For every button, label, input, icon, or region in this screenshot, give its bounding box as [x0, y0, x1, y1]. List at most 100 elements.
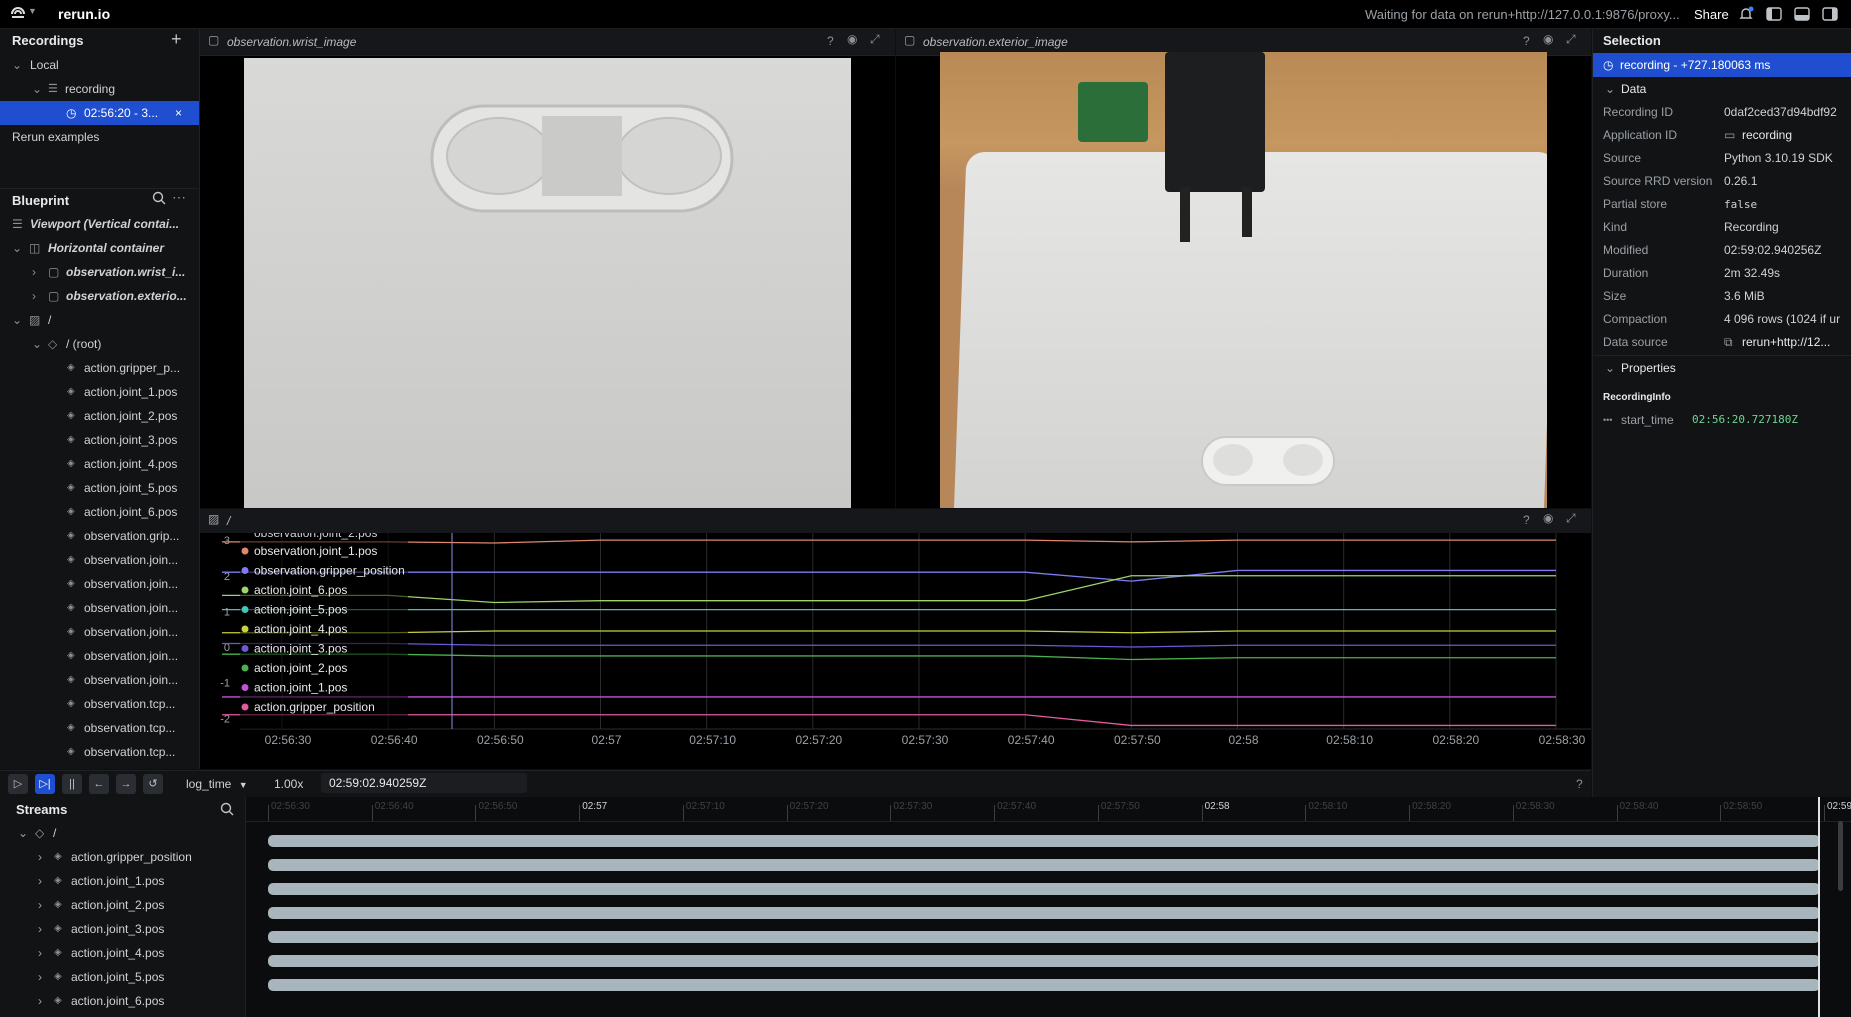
blueprint-timeseries-view[interactable]: ⌄ ▨ / — [0, 308, 199, 332]
wrist-view-tab[interactable]: ▢ observation.wrist_image ? ◉ ⤢ — [200, 29, 895, 56]
stream-data-bar[interactable] — [268, 955, 1820, 967]
help-icon[interactable]: ? — [1523, 513, 1530, 527]
timeline-area[interactable]: 02:56:30 02:56:40 02:56:50 02:57 02:57:10 02:… — [246, 797, 1851, 1017]
step-back-icon[interactable]: ← — [89, 774, 109, 794]
current-time-field[interactable]: 02:59:02.940259Z — [321, 773, 527, 793]
series-line[interactable] — [222, 714, 1556, 727]
visibility-eye-icon[interactable]: ◉ — [1543, 32, 1553, 46]
data-section-header[interactable]: ⌄ Data — [1593, 77, 1851, 101]
help-icon[interactable]: ? — [827, 34, 834, 48]
blueprint-entity[interactable]: ◈ observation.join... — [0, 572, 199, 596]
series-line[interactable] — [222, 575, 1556, 604]
step-forward-icon[interactable]: → — [116, 774, 136, 794]
stream-item[interactable]: › ◈ action.joint_6.pos — [0, 989, 245, 1013]
series-line[interactable] — [222, 653, 1556, 661]
stream-item[interactable]: › ◈ action.joint_4.pos — [0, 941, 245, 965]
toggle-right-panel-icon[interactable] — [1822, 7, 1838, 24]
search-icon[interactable] — [220, 802, 234, 819]
blueprint-entity[interactable]: ◈ observation.join... — [0, 596, 199, 620]
share-button[interactable]: Share — [1694, 7, 1729, 22]
stream-item[interactable]: › ◈ action.joint_2.pos — [0, 893, 245, 917]
app-menu-chevron-icon[interactable]: ▼ — [28, 6, 37, 16]
blueprint-entity[interactable]: ◈ action.joint_4.pos — [0, 452, 199, 476]
visibility-eye-icon[interactable]: ◉ — [847, 32, 857, 46]
stream-data-bar[interactable] — [268, 931, 1820, 943]
blueprint-entity[interactable]: ◈ action.joint_1.pos — [0, 380, 199, 404]
timeline-selector[interactable]: log_time ▼ — [186, 777, 248, 791]
legend-label[interactable]: observation.gripper_position — [254, 564, 405, 578]
add-recording-icon[interactable]: + — [171, 29, 182, 50]
stream-data-bar[interactable] — [268, 907, 1820, 919]
stream-data-bar[interactable] — [268, 883, 1820, 895]
scrollbar[interactable] — [1838, 821, 1843, 891]
legend-label[interactable]: action.joint_4.pos — [254, 622, 347, 636]
legend-label[interactable]: action.joint_2.pos — [254, 661, 347, 675]
legend-label[interactable]: action.joint_1.pos — [254, 681, 347, 695]
selected-item[interactable]: ◷ recording - +727.180063 ms — [1593, 53, 1851, 77]
toggle-bottom-panel-icon[interactable] — [1794, 7, 1810, 24]
blueprint-entity[interactable]: ◈ observation.join... — [0, 620, 199, 644]
help-icon[interactable]: ? — [1576, 777, 1583, 791]
blueprint-entity[interactable]: ◈ observation.grip... — [0, 524, 199, 548]
blueprint-entity[interactable]: ◈ observation.tcp... — [0, 740, 199, 764]
blueprint-entity[interactable]: ◈ observation.tcp... — [0, 692, 199, 716]
blueprint-exterior-view[interactable]: › ▢ observation.exterio... — [0, 284, 199, 308]
rerun-logo-icon[interactable] — [10, 6, 26, 22]
visibility-eye-icon[interactable]: ◉ — [1543, 511, 1553, 525]
pause-icon[interactable]: || — [62, 774, 82, 794]
recording-group[interactable]: ⌄ ☰ recording — [0, 77, 199, 101]
series-line[interactable] — [222, 539, 1556, 544]
legend-label[interactable]: action.joint_3.pos — [254, 642, 347, 656]
follow-icon[interactable]: ▷| — [35, 774, 55, 794]
loop-icon[interactable]: ↺ — [143, 774, 163, 794]
help-icon[interactable]: ? — [1523, 34, 1530, 48]
blueprint-entity[interactable]: ◈ observation.join... — [0, 644, 199, 668]
field-value[interactable]: rerun+http://12... — [1742, 331, 1830, 354]
close-recording-icon[interactable]: × — [175, 101, 182, 125]
maximize-icon[interactable]: ⤢ — [870, 32, 880, 47]
playback-speed[interactable]: 1.00x — [274, 777, 303, 791]
legend-label[interactable]: action.joint_6.pos — [254, 583, 347, 597]
blueprint-wrist-view[interactable]: › ▢ observation.wrist_i... — [0, 260, 199, 284]
blueprint-entity[interactable]: ◈ action.joint_2.pos — [0, 404, 199, 428]
legend-label[interactable]: observation.joint_1.pos — [254, 544, 377, 558]
stream-item[interactable]: › ◈ action.joint_1.pos — [0, 869, 245, 893]
stream-data-bar[interactable] — [268, 859, 1820, 871]
stream-item[interactable]: › ◈ action.joint_5.pos — [0, 965, 245, 989]
blueprint-entity[interactable]: ◈ observation.join... — [0, 548, 199, 572]
blueprint-horizontal-container[interactable]: ⌄ ◫ Horizontal container — [0, 236, 199, 260]
blueprint-viewport[interactable]: ☰ Viewport (Vertical contai... — [0, 212, 199, 236]
maximize-icon[interactable]: ⤢ — [1566, 511, 1576, 526]
notifications-icon[interactable] — [1738, 6, 1754, 25]
legend-label[interactable]: action.joint_5.pos — [254, 603, 347, 617]
streams-root[interactable]: ⌄ ◇ / — [0, 821, 245, 845]
series-line[interactable] — [222, 642, 1556, 648]
local-group[interactable]: ⌄ Local — [0, 53, 199, 77]
blueprint-entity[interactable]: ◈ action.joint_6.pos — [0, 500, 199, 524]
play-icon[interactable]: ▷ — [8, 774, 28, 794]
more-options-icon[interactable]: ⋯ — [172, 189, 186, 206]
blueprint-entity[interactable]: ◈ observation.join... — [0, 668, 199, 692]
blueprint-entity[interactable]: ◈ action.joint_3.pos — [0, 428, 199, 452]
maximize-icon[interactable]: ⤢ — [1566, 32, 1576, 47]
rerun-examples-link[interactable]: Rerun examples — [12, 125, 192, 149]
timeseries-plot[interactable]: 3210-1-202:56:30 02:56:40 02:56:50 02:57 02:… — [200, 533, 1591, 769]
stream-item[interactable]: › ◈ action.joint_3.pos — [0, 917, 245, 941]
legend-label[interactable]: action.gripper_position — [254, 700, 375, 714]
series-line[interactable] — [222, 630, 1556, 634]
external-link-icon[interactable]: ⧉ — [1724, 331, 1733, 354]
properties-section-header[interactable]: ⌄ Properties — [1593, 355, 1851, 380]
playhead[interactable] — [1818, 797, 1820, 1017]
time-ruler[interactable]: 02:56:30 02:56:40 02:56:50 02:57 02:57:10 02:… — [246, 797, 1851, 822]
blueprint-entity[interactable]: ◈ observation.tcp... — [0, 716, 199, 740]
blueprint-root[interactable]: ⌄ ◇ / (root) — [0, 332, 199, 356]
blueprint-entity[interactable]: ◈ action.gripper_p... — [0, 356, 199, 380]
timeseries-view-tab[interactable]: ▨ / ? ◉ ⤢ — [200, 509, 1591, 533]
search-icon[interactable] — [152, 191, 166, 208]
blueprint-entity[interactable]: ◈ action.joint_5.pos — [0, 476, 199, 500]
toggle-left-panel-icon[interactable] — [1766, 7, 1782, 24]
stream-item[interactable]: › ◈ action.gripper_position — [0, 845, 245, 869]
stream-data-bar[interactable] — [268, 979, 1820, 991]
recording-entry[interactable]: ◷ 02:56:20 - 3... × — [0, 101, 199, 125]
stream-data-bar[interactable] — [268, 835, 1820, 847]
